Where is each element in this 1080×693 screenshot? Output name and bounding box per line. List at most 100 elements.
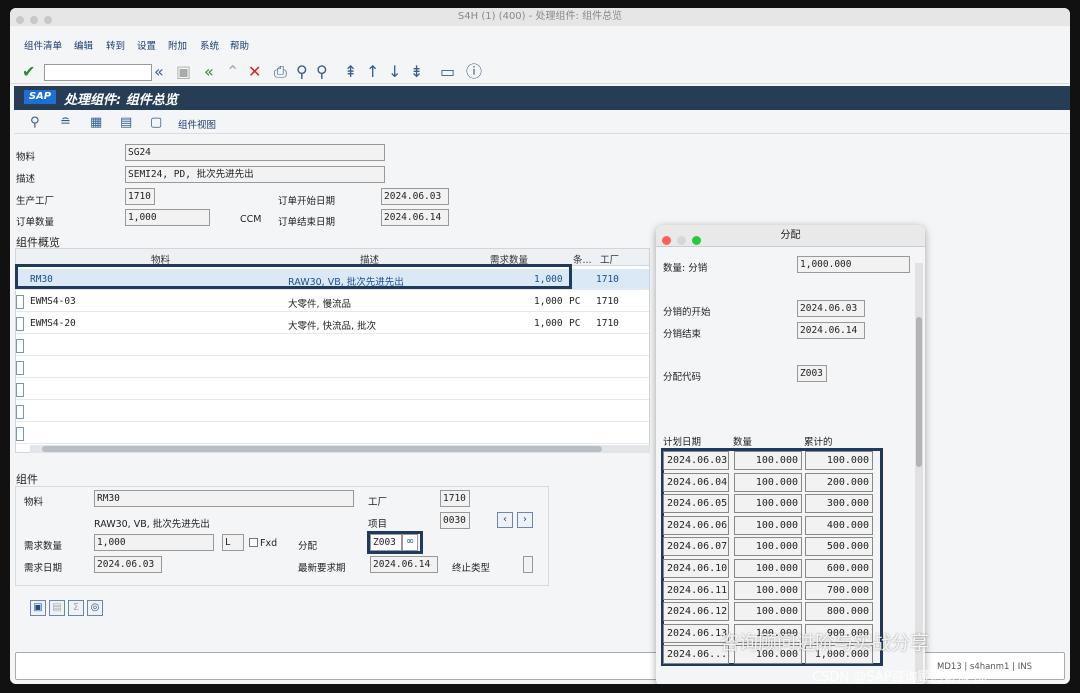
scroll-thumb[interactable] — [916, 317, 922, 467]
command-history-icon[interactable]: « — [154, 63, 164, 81]
comp-req-qty-field[interactable]: 1,000 — [94, 534, 214, 551]
scroll-thumb[interactable] — [42, 446, 602, 452]
align-icon[interactable]: ≘ — [60, 115, 71, 130]
save-icon[interactable]: ▣ — [176, 63, 191, 81]
help-icon[interactable]: ⓘ — [466, 63, 482, 81]
table-row[interactable] — [16, 423, 649, 444]
comp-latest-field[interactable]: 2024.06.14 — [370, 556, 438, 573]
component-action-icon[interactable]: ▣ — [30, 600, 46, 616]
schedule-cum-cell[interactable]: 500.000 — [805, 537, 873, 557]
menu-item-component-list[interactable]: 组件清单 — [24, 38, 62, 52]
comp-unit-field[interactable]: L — [222, 534, 244, 551]
column-item[interactable]: 条... — [573, 252, 592, 266]
fxd-checkbox[interactable] — [249, 538, 258, 547]
menu-item-settings[interactable]: 设置 — [137, 38, 156, 52]
schedule-qty-cell[interactable]: 100.000 — [734, 451, 802, 470]
comp-req-date-field[interactable]: 2024.06.03 — [94, 556, 162, 573]
layout-icon[interactable]: ▭ — [440, 63, 455, 81]
deselect-icon[interactable]: ▤ — [120, 115, 132, 130]
schedule-qty-cell[interactable]: 100.000 — [734, 580, 802, 600]
schedule-cum-cell[interactable]: 600.000 — [805, 559, 873, 578]
schedule-date-cell[interactable]: 2024.06.12 — [663, 602, 729, 622]
comp-item-field[interactable]: 0030 — [440, 512, 470, 529]
menu-item-goto[interactable]: 转到 — [106, 38, 125, 52]
cancel-icon[interactable]: ✕ — [248, 63, 261, 81]
row-selector[interactable] — [16, 295, 24, 309]
dist-qty-field[interactable]: 1,000.000 — [797, 256, 910, 273]
find-icon[interactable]: ⚲ — [296, 63, 308, 81]
schedule-qty-cell[interactable]: 100.000 — [734, 494, 802, 514]
zoom-icon[interactable]: ⚲ — [30, 115, 40, 130]
table-row[interactable]: EWMS4-20 大零件, 快流品, 批次 1,000 PC 1710 — [16, 313, 649, 334]
row-selector[interactable] — [16, 383, 24, 397]
schedule-qty-cell[interactable]: 100.000 — [734, 472, 802, 492]
schedule-cum-cell[interactable]: 200.000 — [805, 472, 873, 492]
menu-item-edit[interactable]: 编辑 — [74, 38, 93, 52]
material-field[interactable]: SG24 — [125, 144, 385, 161]
comp-end-type-field[interactable] — [523, 556, 533, 573]
description-field[interactable]: SEMI24, PD, 批次先进先出 — [125, 166, 385, 183]
row-selector[interactable] — [16, 317, 24, 331]
find-next-icon[interactable]: ⚲ — [316, 63, 328, 81]
last-page-icon[interactable]: ⇟ — [410, 63, 423, 81]
window-controls[interactable] — [16, 13, 58, 31]
menu-item-help[interactable]: 帮助 — [230, 38, 249, 52]
close-icon[interactable] — [662, 236, 671, 245]
order-qty-field[interactable]: 1,000 — [125, 209, 210, 226]
comp-plant-field[interactable]: 1710 — [440, 490, 470, 507]
schedule-date-cell[interactable]: 2024.06.05 — [663, 494, 729, 514]
order-end-field[interactable]: 2024.06.14 — [381, 209, 449, 226]
grid-icon[interactable]: ▢ — [150, 115, 162, 130]
select-all-icon[interactable]: ▦ — [90, 115, 102, 130]
print-icon[interactable]: ⎙ — [274, 63, 287, 81]
vertical-scrollbar[interactable] — [915, 263, 923, 683]
schedule-cum-cell[interactable]: 400.000 — [805, 515, 873, 535]
component-view-button[interactable]: 组件视图 — [178, 117, 216, 131]
sum-icon[interactable]: Σ — [68, 600, 84, 616]
dialog-controls[interactable] — [662, 232, 707, 254]
order-start-field[interactable]: 2024.06.03 — [381, 188, 449, 205]
next-item-button[interactable]: › — [517, 512, 533, 528]
schedule-qty-cell[interactable]: 100.000 — [734, 602, 802, 622]
next-page-icon[interactable]: ↓ — [388, 63, 401, 81]
back-icon[interactable]: « — [204, 63, 214, 81]
previous-item-button[interactable]: ‹ — [497, 512, 513, 528]
exit-icon[interactable]: ⌃ — [226, 63, 239, 81]
schedule-date-cell[interactable]: 2024.06.06 — [663, 515, 729, 535]
plant-field[interactable]: 1710 — [125, 188, 155, 205]
display-icon[interactable]: ◎ — [87, 600, 103, 616]
dist-code-field[interactable]: Z003 — [797, 365, 827, 382]
comp-material-field[interactable]: RM30 — [94, 490, 354, 507]
copy-icon[interactable]: ▤ — [49, 600, 65, 616]
table-row[interactable] — [16, 335, 649, 356]
table-row[interactable]: EWMS4-03 大零件, 慢流品 1,000 PC 1710 — [16, 291, 649, 312]
menu-item-system[interactable]: 系统 — [200, 38, 219, 52]
minimize-icon[interactable] — [677, 236, 686, 245]
menu-item-extras[interactable]: 附加 — [168, 38, 187, 52]
schedule-qty-cell[interactable]: 100.000 — [734, 537, 802, 557]
table-row[interactable] — [16, 401, 649, 422]
zoom-window-icon[interactable] — [692, 236, 701, 245]
dist-end-field[interactable]: 2024.06.14 — [797, 322, 865, 339]
schedule-qty-cell[interactable]: 100.000 — [734, 559, 802, 578]
row-selector[interactable] — [16, 339, 24, 353]
schedule-cum-cell[interactable]: 800.000 — [805, 602, 873, 622]
enter-icon[interactable]: ✔ — [22, 63, 35, 81]
schedule-cum-cell[interactable]: 300.000 — [805, 494, 873, 514]
schedule-date-cell[interactable]: 2024.06.07 — [663, 537, 729, 557]
schedule-cum-cell[interactable]: 700.000 — [805, 580, 873, 600]
schedule-qty-cell[interactable]: 100.000 — [734, 515, 802, 535]
schedule-date-cell[interactable]: 2024.06.04 — [663, 472, 729, 492]
table-row[interactable] — [16, 379, 649, 400]
horizontal-scrollbar[interactable] — [30, 445, 650, 453]
first-page-icon[interactable]: ⇞ — [344, 63, 357, 81]
schedule-date-cell[interactable]: 2024.06.03 — [663, 451, 729, 470]
dist-start-field[interactable]: 2024.06.03 — [797, 300, 865, 317]
command-field[interactable] — [44, 64, 152, 81]
previous-page-icon[interactable]: ↑ — [366, 63, 379, 81]
schedule-cum-cell[interactable]: 100.000 — [805, 451, 873, 470]
column-plant[interactable]: 工厂 — [600, 252, 619, 266]
row-selector[interactable] — [16, 427, 24, 441]
schedule-date-cell[interactable]: 2024.06.10 — [663, 559, 729, 578]
row-selector[interactable] — [16, 405, 24, 419]
